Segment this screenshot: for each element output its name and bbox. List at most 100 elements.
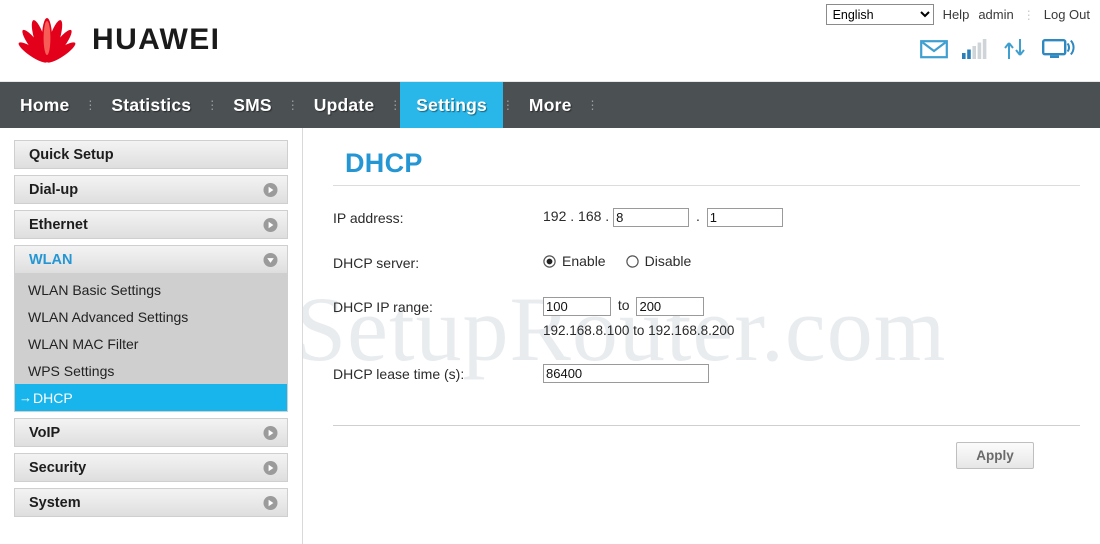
brand-name: HUAWEI [92, 23, 221, 56]
ip-octet4-input[interactable] [706, 208, 783, 227]
nav-item-settings[interactable]: Settings [400, 82, 503, 128]
help-link[interactable]: Help [943, 7, 970, 22]
sidebar-subitem-label: DHCP [33, 389, 73, 406]
dhcp-server-field: Enable Disable [543, 253, 691, 269]
sidebar-item-label: VoIP [29, 424, 61, 441]
dhcp-ip-range-row: DHCP IP range: to 192.168.8.100 to 192.1… [333, 297, 1080, 338]
dhcp-lease-time-row: DHCP lease time (s): [333, 364, 1080, 383]
header-utility-bar: EnglishDeutschEspañolFrançais中文 Help adm… [825, 4, 1090, 25]
sidebar-item-label: Ethernet [29, 216, 88, 233]
content-area: SetupRouter.com DHCP IP address: 192 . 1… [303, 128, 1100, 544]
nav-item-update[interactable]: Update [298, 82, 391, 128]
ip-range-start-input[interactable] [543, 297, 611, 316]
title-divider [333, 185, 1080, 186]
nav-item-statistics[interactable]: Statistics [95, 82, 207, 128]
sidebar-subitem-wlan-mac-filter[interactable]: WLAN MAC Filter [15, 330, 287, 357]
wifi-monitor-icon [1042, 39, 1075, 58]
ip-range-end-input[interactable] [636, 297, 705, 316]
nav-separator: ⋮ [389, 98, 402, 112]
nav-item-home[interactable]: Home [4, 82, 85, 128]
ip-range-hint: 192.168.8.100 to 192.168.8.200 [543, 323, 735, 338]
logout-link[interactable]: Log Out [1044, 7, 1090, 22]
status-icon-group [920, 38, 1076, 60]
utility-separator: ⋮ [1022, 7, 1035, 22]
language-select[interactable]: EnglishDeutschEspañolFrançais中文 [825, 4, 934, 25]
chevron-right-icon[interactable] [263, 495, 278, 510]
nav-separator: ⋮ [84, 98, 97, 112]
sidebar-block-dial-up: Dial-up [14, 175, 288, 204]
sidebar-subitem-label: WPS Settings [28, 362, 115, 379]
selected-arrow-icon: → [19, 390, 32, 405]
sidebar-item-quick-setup[interactable]: Quick Setup [14, 140, 288, 169]
dhcp-server-row: DHCP server: Enable Disable [333, 253, 1080, 271]
nav-item-sms[interactable]: SMS [217, 82, 288, 128]
router-admin-page: HUAWEI EnglishDeutschEspañolFrançais中文 H… [0, 0, 1100, 544]
dhcp-ip-range-field: to 192.168.8.100 to 192.168.8.200 [543, 297, 734, 338]
nav-separator: ⋮ [501, 98, 514, 112]
sidebar-item-label: Dial-up [29, 181, 79, 198]
apply-button[interactable]: Apply [956, 442, 1034, 469]
chevron-right-icon[interactable] [263, 182, 278, 197]
envelope-icon[interactable] [920, 39, 948, 59]
sidebar-block-voip: VoIP [14, 418, 288, 447]
sidebar-item-label: Quick Setup [29, 146, 114, 163]
sidebar-block-ethernet: Ethernet [14, 210, 288, 239]
ip-address-field: 192 . 168 . . [543, 208, 783, 227]
radio-disable-icon[interactable] [625, 254, 639, 268]
chevron-right-icon[interactable] [263, 460, 278, 475]
nav-separator: ⋮ [286, 98, 299, 112]
page-body: Quick Setup Dial-up Ethernet WLAN WLAN Basic… [0, 128, 1100, 544]
page-header: HUAWEI EnglishDeutschEspañolFrançais中文 H… [0, 0, 1100, 82]
dhcp-ip-range-label: DHCP IP range: [333, 299, 433, 315]
chevron-down-icon[interactable] [263, 252, 278, 267]
sidebar-submenu: WLAN Basic Settings WLAN Advanced Setting… [14, 274, 288, 412]
sidebar-item-system[interactable]: System [14, 488, 288, 517]
nav-separator: ⋮ [586, 98, 599, 112]
sidebar-subitem-dhcp[interactable]: → DHCP [15, 384, 287, 411]
sidebar-subitem-label: WLAN Basic Settings [28, 281, 162, 298]
dhcp-disable-label[interactable]: Disable [645, 253, 692, 269]
sidebar-item-wlan[interactable]: WLAN [14, 245, 288, 274]
sidebar-subitem-wlan-basic-settings[interactable]: WLAN Basic Settings [15, 276, 287, 303]
nav-separator: ⋮ [206, 98, 219, 112]
dhcp-lease-time-input[interactable] [543, 364, 709, 383]
page-title: DHCP [345, 148, 423, 178]
dhcp-enable-label[interactable]: Enable [562, 253, 606, 269]
sidebar-subitem-label: WLAN MAC Filter [28, 335, 139, 352]
sidebar-item-dial-up[interactable]: Dial-up [14, 175, 288, 204]
chevron-right-icon[interactable] [263, 217, 278, 232]
sidebar-item-voip[interactable]: VoIP [14, 418, 288, 447]
chevron-right-icon[interactable] [263, 425, 278, 440]
sidebar-block-quick-setup: Quick Setup [14, 140, 288, 169]
sidebar-subitem-wlan-advanced-settings[interactable]: WLAN Advanced Settings [15, 303, 287, 330]
sidebar-subitem-label: WLAN Advanced Settings [28, 308, 189, 325]
sidebar-item-label: Security [29, 459, 87, 476]
main-navigation: Home ⋮ Statistics ⋮ SMS ⋮ Update ⋮ Settings ⋮ More… [0, 82, 1100, 128]
ip-address-label: IP address: [333, 210, 404, 226]
current-user-label: admin [978, 7, 1014, 22]
sidebar-item-label: System [29, 494, 81, 511]
sidebar-item-label: WLAN [29, 251, 73, 268]
form-actions: Apply [333, 426, 1080, 469]
ip-dot-separator: . [695, 208, 700, 225]
radio-enable-icon[interactable] [543, 254, 556, 268]
nav-item-more[interactable]: More [513, 82, 588, 128]
dhcp-server-label: DHCP server: [333, 255, 420, 271]
data-transfer-icon [1004, 39, 1025, 59]
sidebar-item-security[interactable]: Security [14, 453, 288, 482]
sidebar-block-security: Security [14, 453, 288, 482]
brand-logo: HUAWEI [16, 16, 220, 64]
sidebar-subitem-wps-settings[interactable]: WPS Settings [15, 357, 287, 384]
ip-octet3-input[interactable] [613, 208, 690, 227]
sidebar-block-wlan: WLAN WLAN Basic Settings WLAN Advanced Set… [14, 245, 288, 412]
signal-bars-icon [962, 39, 987, 59]
dhcp-lease-time-field [543, 364, 709, 383]
sidebar-block-system: System [14, 488, 288, 517]
dhcp-lease-time-label: DHCP lease time (s): [333, 366, 465, 382]
range-to-label: to [617, 297, 630, 314]
sidebar-item-ethernet[interactable]: Ethernet [14, 210, 288, 239]
ip-address-row: IP address: 192 . 168 . . [333, 208, 1080, 227]
settings-sidebar: Quick Setup Dial-up Ethernet WLAN WLAN Basic… [0, 128, 303, 544]
ip-prefix-text: 192 . 168 . [543, 208, 610, 225]
huawei-flower-icon [18, 18, 76, 63]
